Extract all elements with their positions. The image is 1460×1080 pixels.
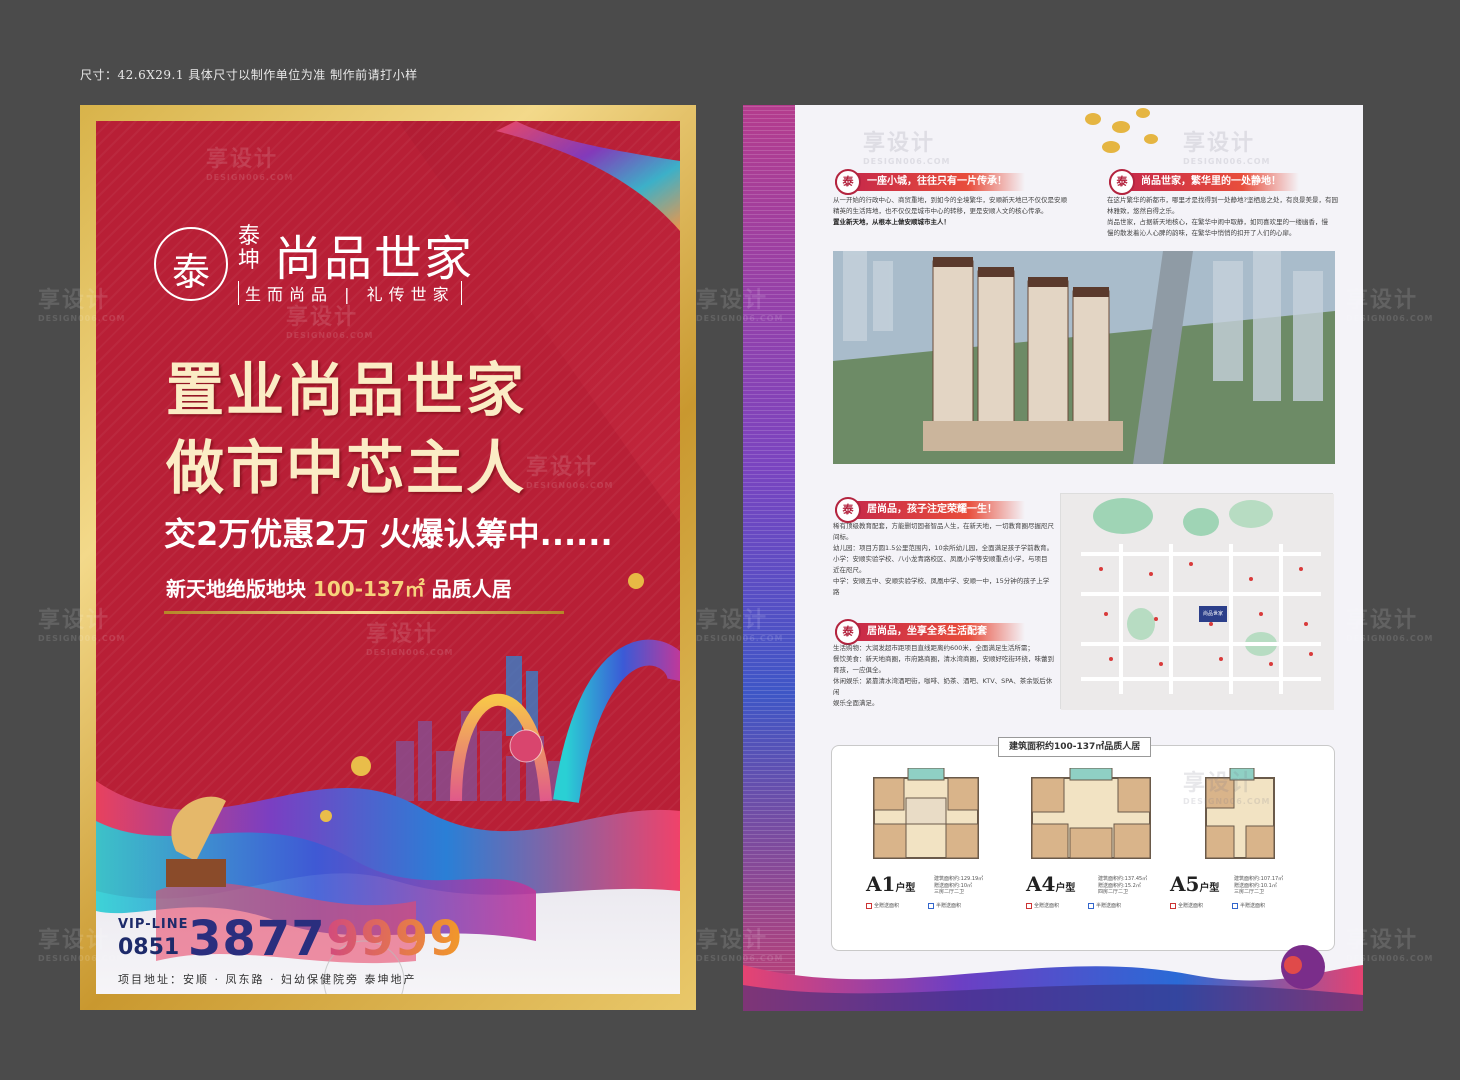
back-bottom-ribbon xyxy=(743,945,1363,1011)
front-red-panel: 泰 泰坤 尚品世家 生而尚品 | 礼传世家 置业尚品世家 做市中芯主人 交2万优… xyxy=(96,121,680,994)
floor-plan-a1-spec: 建筑面积约:129.19㎡ 赠送面积约:10㎡ 三房二厅二卫 xyxy=(934,876,984,895)
seal-icon: 泰 xyxy=(835,497,861,523)
side-color-strip xyxy=(743,105,795,1011)
legend-full-gift: 全赠送面积 xyxy=(866,902,899,909)
front-page: 泰 泰坤 尚品世家 生而尚品 | 礼传世家 置业尚品世家 做市中芯主人 交2万优… xyxy=(80,105,696,1010)
phone-number-part-1: 3877 xyxy=(188,911,326,967)
legend-full-gift: 全赠送面积 xyxy=(1026,902,1059,909)
legend-half-gift: 半赠送面积 xyxy=(1232,902,1265,909)
artboard: 尺寸：42.6X29.1 具体尺寸以制作单位为准 制作前请打小样 泰 泰坤 尚品… xyxy=(0,0,1460,1080)
legend-half-gift: 半赠送面积 xyxy=(1088,902,1121,909)
section-title-heritage: 泰一座小城，往往只有一片传承！ xyxy=(835,169,1025,195)
floor-plan-a5-spec: 建筑面积约:107.17㎡ 赠送面积约:10.1㎡ 三房二厅二卫 xyxy=(1234,876,1284,895)
seal-icon: 泰 xyxy=(1109,169,1135,195)
phone-number-part-2: 9999 xyxy=(326,911,464,967)
brand-name: 泰坤 xyxy=(238,224,261,273)
size-note: 尺寸：42.6X29.1 具体尺寸以制作单位为准 制作前请打小样 xyxy=(80,68,418,82)
back-page: 泰一座小城，往往只有一片传承！ 从一开始的行政中心、商贸重地，到如今的全境繁华，… xyxy=(743,105,1363,1011)
project-address: 项目地址：安顺 · 凤东路 · 妇幼保健院旁 泰坤地产 xyxy=(118,973,417,986)
section-title-education: 泰居尚品，孩子注定荣耀一生！ xyxy=(835,497,1025,523)
floor-plan-a5-name: A5户型 xyxy=(1170,872,1220,896)
section-text-tranquil: 在这片繁华的新都市，哪里才是找得到一处静地?坚栖息之处，有良景美景，有园 林雅致… xyxy=(1107,196,1338,237)
floor-plan-a4-spec: 建筑面积约:137.45㎡ 赠送面积约:15.2㎡ 四房二厅二卫 xyxy=(1098,876,1148,895)
legend-full-gift: 全赠送面积 xyxy=(1170,902,1203,909)
logo-seal-icon: 泰 xyxy=(154,227,228,301)
section-text-amenities: 生活购物：大润发超市距项目直线距离约600米，全面满足生活所需； 餐饮美食：新天… xyxy=(833,644,1054,707)
seal-icon: 泰 xyxy=(835,619,861,645)
section-title-amenities: 泰居尚品，坐享全系生活配套 xyxy=(835,619,1025,645)
floor-plan-a4-drawing xyxy=(1031,768,1151,859)
floor-plan-a1-drawing xyxy=(873,768,979,859)
project-name: 尚品世家 xyxy=(274,231,475,287)
floor-plans-title: 建筑面积约100-137㎡品质人居 xyxy=(998,737,1152,757)
map-project-label: 尚品世家 xyxy=(1202,611,1223,617)
promo-text: 交2万优惠2万 火爆认筹中...... xyxy=(164,515,613,553)
vip-line-label: VIP-LINE xyxy=(118,917,189,932)
section-title-tranquil: 泰尚品世家，繁华里的一处静地！ xyxy=(1109,169,1299,195)
coins-decoration xyxy=(1085,108,1158,153)
headline-line-2: 做市中芯主人 xyxy=(166,434,527,502)
aerial-rendering-image xyxy=(833,251,1335,464)
floor-plan-a4-name: A4户型 xyxy=(1026,872,1076,896)
section-text-heritage: 从一开始的行政中心、商贸重地，到如今的全境繁华，安顺新天地已不仅仅是安顺 精英的… xyxy=(833,196,1067,226)
floor-plan-a1-name: A1户型 xyxy=(866,872,916,896)
headline-line-1: 置业尚品世家 xyxy=(166,356,527,424)
legend-half-gift: 半赠送面积 xyxy=(928,902,961,909)
seal-icon: 泰 xyxy=(835,169,861,195)
location-map: 尚品世家 xyxy=(1060,493,1334,710)
phone-area-code: 0851 xyxy=(118,935,180,960)
section-text-education: 稀有顶级教育配套，方能删切固者智品人生，在新天地，一切教育圈尽握咫尺 间标。 幼… xyxy=(833,522,1054,596)
